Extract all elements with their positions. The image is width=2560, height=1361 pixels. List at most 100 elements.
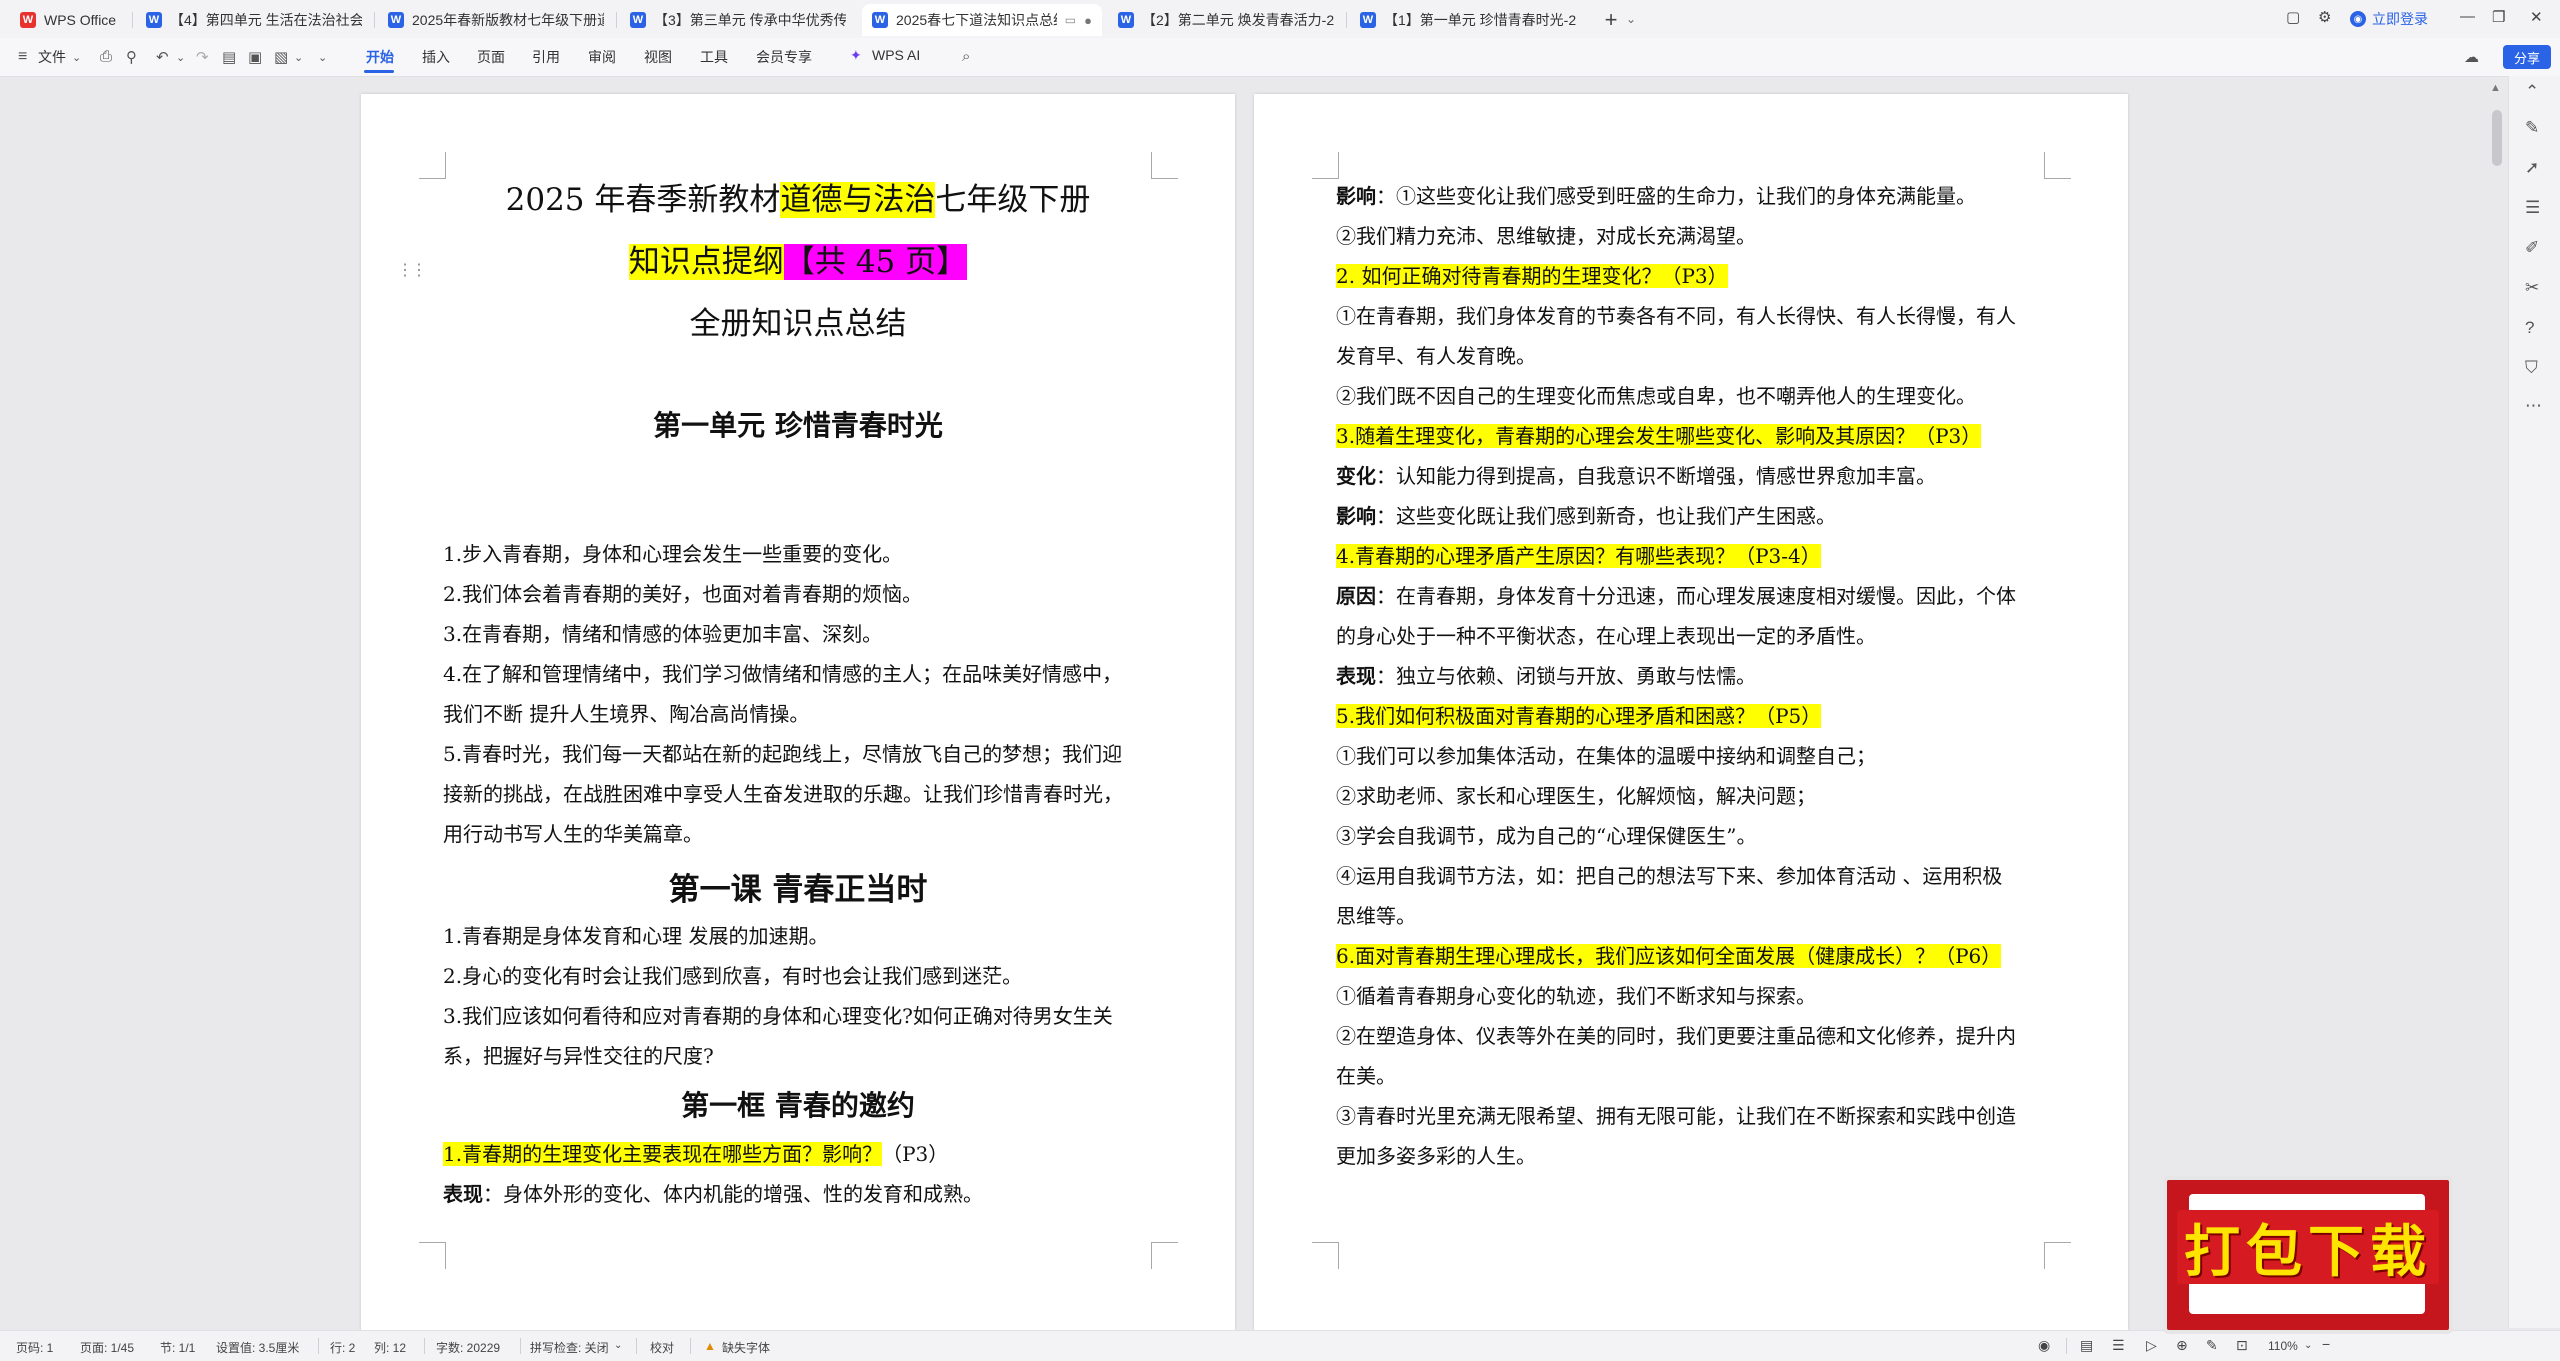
status-words[interactable]: 字数: 20229 bbox=[436, 1339, 500, 1356]
paragraph: 我们不断 提升人生境界、陶冶高尚情操。 bbox=[443, 702, 810, 726]
chevron-down-icon[interactable]: ⌄ bbox=[72, 51, 81, 64]
export-pdf-icon[interactable]: ▣ bbox=[248, 48, 262, 66]
close-window-icon[interactable]: ✕ bbox=[2530, 8, 2543, 26]
cloud-sync-icon[interactable]: ☁ bbox=[2464, 48, 2479, 66]
paragraph: 发育早、有人发育晚。 bbox=[1336, 336, 1536, 376]
chevron-down-icon[interactable]: ⌄ bbox=[176, 51, 185, 64]
new-tab-button[interactable]: + bbox=[1598, 7, 1624, 33]
answer-label: 表现 bbox=[443, 1182, 483, 1206]
question-highlight: 1.青春期的生理变化主要表现在哪些方面？影响？ bbox=[443, 1142, 883, 1166]
status-separator bbox=[318, 1338, 319, 1354]
more-chevron-icon[interactable]: ⌄ bbox=[318, 51, 327, 64]
restore-icon[interactable]: ❐ bbox=[2492, 8, 2505, 26]
tools-icon[interactable]: ✂ bbox=[2525, 278, 2539, 298]
menu-tab-member[interactable]: 会员专享 bbox=[756, 47, 812, 67]
login-button[interactable]: ◉ 立即登录 bbox=[2350, 9, 2428, 29]
paragraph: ③青春时光里充满无限希望、拥有无限可能，让我们在不断探索和实践中创造 bbox=[1336, 1096, 2016, 1136]
status-col[interactable]: 列: 12 bbox=[374, 1339, 406, 1356]
menu-tab-wps-ai[interactable]: WPS AI bbox=[872, 47, 920, 63]
tab-document[interactable]: W 【4】第四单元 生活在法治社会-2024 bbox=[136, 4, 372, 36]
redo-icon[interactable]: ↷ bbox=[196, 48, 209, 66]
search-icon[interactable]: ⌕ bbox=[962, 48, 970, 65]
title-text: 七年级下册 bbox=[935, 182, 1091, 218]
chevron-down-icon[interactable]: ⌄ bbox=[294, 51, 303, 64]
eye-protection-icon[interactable]: ◉ bbox=[2038, 1337, 2050, 1354]
status-bar: 页码: 1 页面: 1/45 节: 1/1 设置值: 3.5厘米 行: 2 列:… bbox=[0, 1330, 2560, 1361]
status-section[interactable]: 节: 1/1 bbox=[160, 1339, 195, 1356]
web-view-icon[interactable]: ⊕ bbox=[2176, 1337, 2188, 1354]
question-highlight: 4.青春期的心理矛盾产生原因？有哪些表现？（P3-4） bbox=[1336, 544, 1821, 568]
document-page-2[interactable]: 影响：①这些变化让我们感受到旺盛的生命力，让我们的身体充满能量。 ②我们精力充沛、… bbox=[1254, 94, 2128, 1330]
crop-mark bbox=[2044, 1242, 2071, 1269]
menu-tab-tools[interactable]: 工具 bbox=[700, 47, 728, 67]
close-tab-icon[interactable]: ● bbox=[1084, 13, 1092, 28]
outline-view-icon[interactable]: ☰ bbox=[2112, 1337, 2125, 1354]
menu-tab-review[interactable]: 审阅 bbox=[588, 47, 616, 67]
tab-document[interactable]: W 【1】第一单元 珍惜青春时光-2024- bbox=[1350, 4, 1586, 36]
tab-document[interactable]: W 【2】第二单元 焕发青春活力-2024- bbox=[1108, 4, 1344, 36]
document-page-1[interactable]: ⋮⋮ 2025 年春季新教材道德与法治七年级下册 知识点提纲【共 45 页】 全… bbox=[361, 94, 1235, 1330]
question-paragraph: 6.面对青春期生理心理成长，我们应该如何全面发展（健康成长）？（P6） bbox=[1336, 936, 2002, 976]
status-pages[interactable]: 页面: 1/45 bbox=[80, 1339, 134, 1356]
status-page[interactable]: 页码: 1 bbox=[16, 1339, 53, 1356]
help-icon[interactable]: ? bbox=[2525, 318, 2534, 338]
menu-tab-view[interactable]: 视图 bbox=[644, 47, 672, 67]
status-proofread[interactable]: 校对 bbox=[650, 1339, 674, 1356]
minimize-icon[interactable]: — bbox=[2460, 8, 2475, 25]
edit-view-icon[interactable]: ✎ bbox=[2206, 1337, 2218, 1354]
status-missing-font[interactable]: 缺失字体 bbox=[722, 1339, 770, 1356]
more-icon[interactable]: ⋯ bbox=[2525, 396, 2542, 416]
format-painter-icon[interactable]: ⚲ bbox=[126, 48, 137, 66]
doc-subtitle: 全册知识点总结 bbox=[689, 306, 907, 342]
image-icon[interactable]: ▧ bbox=[274, 48, 288, 66]
vertical-scrollbar[interactable] bbox=[2492, 110, 2502, 166]
wps-ai-icon[interactable]: ✦ bbox=[850, 47, 862, 64]
zoom-out-icon[interactable]: − bbox=[2322, 1336, 2330, 1352]
status-setting[interactable]: 设置值: 3.5厘米 bbox=[216, 1339, 299, 1356]
user-avatar-icon: ◉ bbox=[2350, 11, 2366, 27]
menu-tab-references[interactable]: 引用 bbox=[532, 47, 560, 67]
line-text: ②我们既不因自己的生理变化而焦虑或自卑，也不嘲弄他人的生理变化。 bbox=[1336, 384, 1976, 408]
save-icon[interactable]: ⎙ bbox=[100, 48, 112, 65]
menu-tab-home[interactable]: 开始 bbox=[366, 47, 394, 67]
paragraph: ①在青春期，我们身体发育的节奏各有不同，有人长得快、有人长得慢，有人 bbox=[1336, 296, 2016, 336]
scroll-up-icon[interactable]: ▲ bbox=[2490, 82, 2501, 94]
tab-document[interactable]: W 【3】第三单元 传承中华优秀传统文 bbox=[620, 4, 856, 36]
line-text: ①在青春期，我们身体发育的节奏各有不同，有人长得快、有人长得慢，有人 bbox=[1336, 304, 2016, 328]
menu-tab-insert[interactable]: 插入 bbox=[422, 47, 450, 67]
page-view-icon[interactable]: ▤ bbox=[2080, 1337, 2093, 1354]
chevron-down-icon[interactable]: ⌄ bbox=[2304, 1340, 2312, 1351]
title-bar: W WPS Office W 【4】第四单元 生活在法治社会-2024 W 20… bbox=[0, 0, 2560, 39]
print-preview-icon[interactable]: ▤ bbox=[222, 48, 236, 66]
word-doc-icon: W bbox=[630, 12, 646, 28]
paragraph: 系，把握好与异性交往的尺度? bbox=[443, 1044, 714, 1068]
tab-separator bbox=[374, 12, 375, 28]
chevron-down-icon[interactable]: ⌄ bbox=[1626, 12, 1636, 26]
crop-mark bbox=[2044, 152, 2071, 179]
download-badge[interactable]: 打包下载 bbox=[2163, 1176, 2453, 1334]
collapse-panel-icon[interactable]: ⌃ bbox=[2525, 82, 2539, 102]
undo-icon[interactable]: ↶ bbox=[156, 48, 169, 66]
menu-tab-page[interactable]: 页面 bbox=[477, 47, 505, 67]
settings-icon[interactable]: ⚙ bbox=[2318, 8, 2331, 26]
edit-icon[interactable]: ✐ bbox=[2525, 238, 2539, 258]
share-button[interactable]: 分享 bbox=[2503, 45, 2551, 69]
shirt-icon[interactable]: ⛉ bbox=[2525, 358, 2538, 378]
status-spellcheck[interactable]: 拼写检查: 关闭 bbox=[530, 1339, 609, 1356]
chevron-down-icon[interactable]: ⌄ bbox=[614, 1340, 622, 1351]
hamburger-icon[interactable]: ≡ bbox=[18, 48, 27, 66]
fit-page-icon[interactable]: ⊡ bbox=[2236, 1337, 2248, 1354]
adjust-icon[interactable]: ☰ bbox=[2525, 198, 2540, 218]
status-row[interactable]: 行: 2 bbox=[330, 1339, 355, 1356]
play-icon[interactable]: ▷ bbox=[2146, 1337, 2157, 1354]
tab-document-active[interactable]: W 2025春七下道法知识点总结 ▭ ● bbox=[862, 4, 1102, 36]
paragraph: 1.步入青春期，身体和心理会发生一些重要的变化。 bbox=[443, 542, 903, 566]
line-text: ：在青春期，身体发育十分迅速，而心理发展速度相对缓慢。因此，个体 bbox=[1376, 584, 2016, 608]
zoom-level[interactable]: 110% bbox=[2268, 1339, 2298, 1353]
tab-wps-home[interactable]: W WPS Office bbox=[10, 4, 130, 36]
file-menu[interactable]: 文件 bbox=[38, 47, 66, 67]
window-mode-icon[interactable]: ▢ bbox=[2286, 8, 2300, 26]
pen-icon[interactable]: ✎ bbox=[2525, 118, 2539, 138]
select-icon[interactable]: ➚ bbox=[2525, 158, 2539, 178]
tab-document[interactable]: W 2025年春新版教材七年级下册道德与 bbox=[378, 4, 614, 36]
